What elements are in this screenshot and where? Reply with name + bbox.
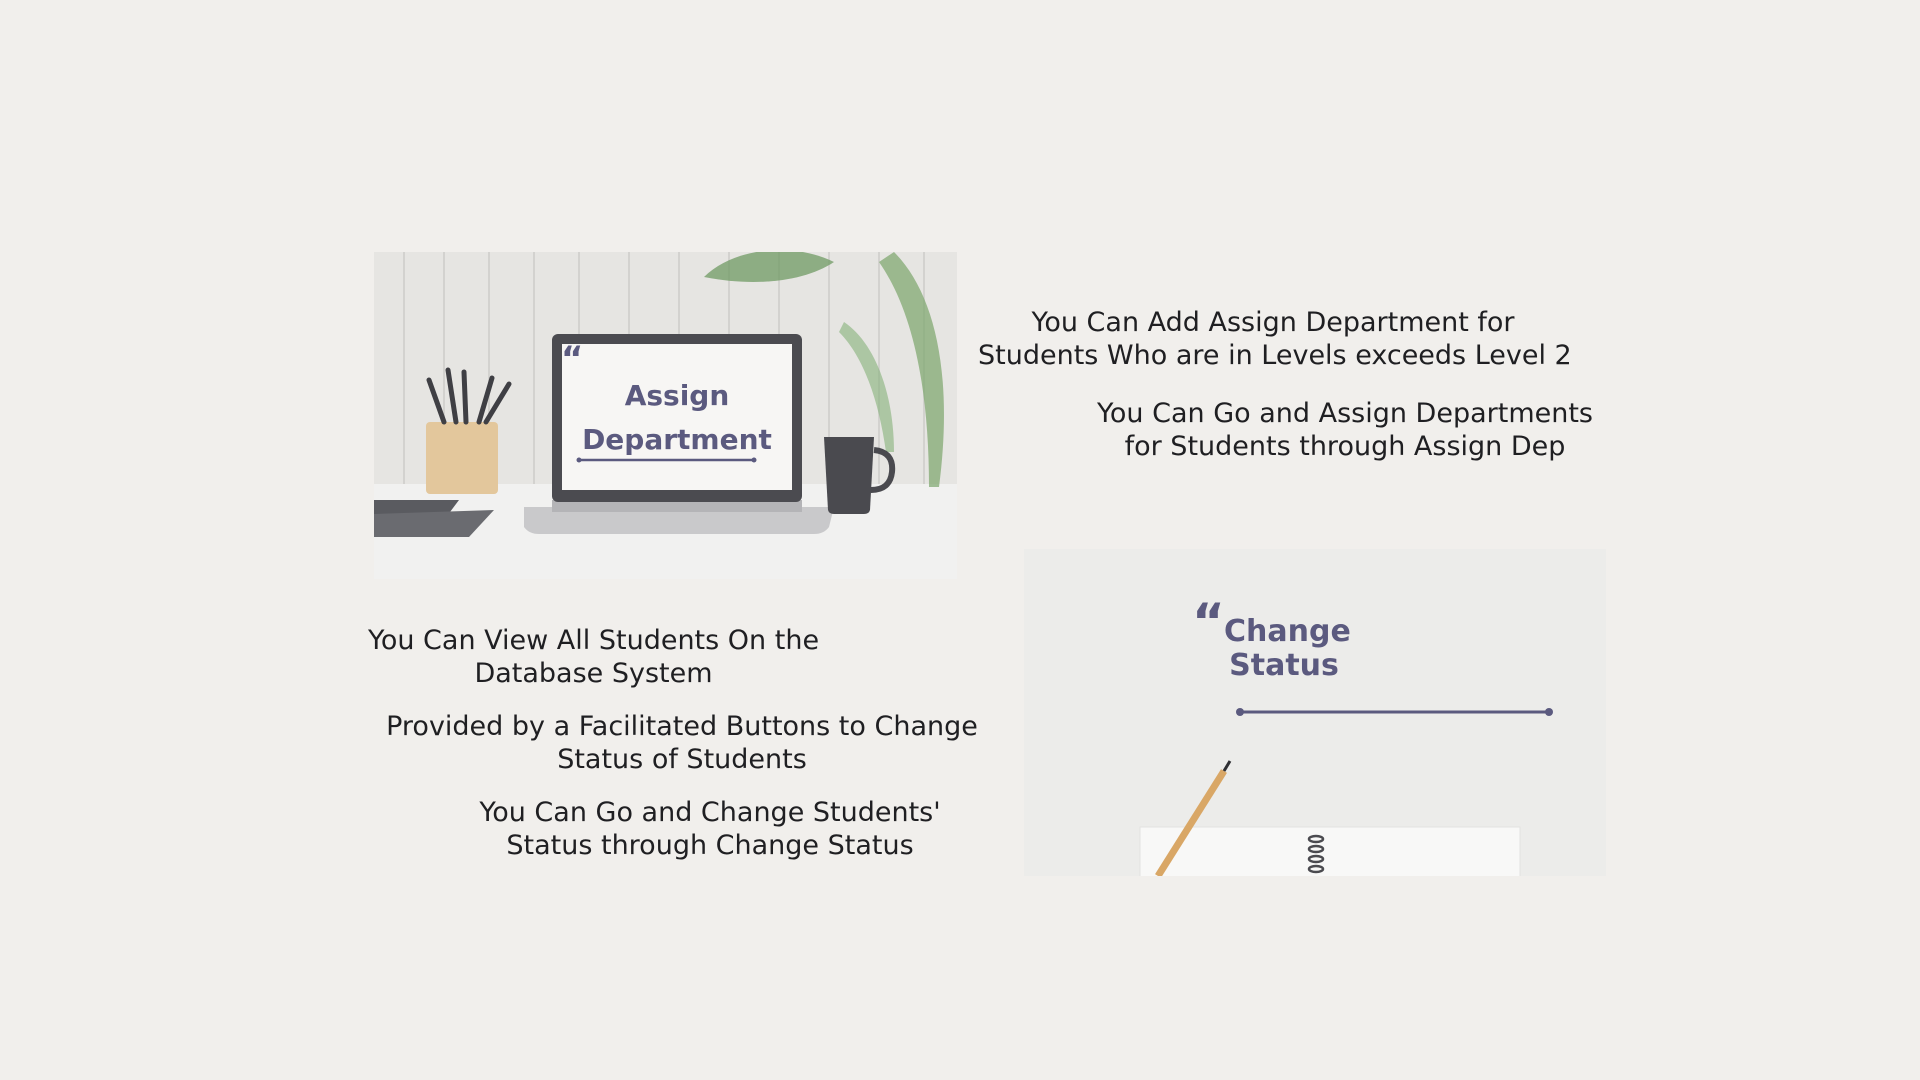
assign-department-title: Assign Department — [562, 374, 792, 462]
go-change-line2: Status through Change Status — [506, 830, 914, 861]
add-assign-line1: You Can Add Assign Department for — [1031, 307, 1515, 338]
assign-department-image: “ Assign Department — [374, 252, 957, 579]
go-change-line1: You Can Go and Change Students' — [479, 797, 941, 828]
go-assign-line2: for Students through Assign Dep — [1124, 431, 1566, 462]
change-status-image: “ Change Status — [1024, 549, 1606, 876]
buttons-line2: Status of Students — [557, 744, 807, 775]
svg-text:“: “ — [561, 339, 583, 379]
assign-title-line2: Department — [582, 423, 772, 456]
view-students-text: You Can View All Students On the Databas… — [350, 624, 837, 690]
go-assign-departments-text: You Can Go and Assign Departments for St… — [1085, 397, 1605, 463]
notebook-pencil-illustration: “ — [1024, 549, 1606, 876]
view-students-line2: Database System — [474, 658, 713, 689]
change-title-line2: Status — [1229, 648, 1339, 683]
go-assign-line1: You Can Go and Assign Departments — [1096, 398, 1593, 429]
change-status-title: Change Status — [1224, 614, 1351, 683]
assign-title-line1: Assign — [624, 379, 730, 412]
add-assign-department-text: You Can Add Assign Department for Studen… — [978, 306, 1572, 372]
view-students-line1: You Can View All Students On the — [367, 625, 820, 656]
facilitated-buttons-text: Provided by a Facilitated Buttons to Cha… — [372, 710, 992, 776]
svg-text:“: “ — [1192, 593, 1225, 651]
change-title-line1: Change — [1224, 614, 1351, 649]
go-change-status-text: You Can Go and Change Students' Status t… — [460, 796, 960, 862]
buttons-line1: Provided by a Facilitated Buttons to Cha… — [386, 711, 978, 742]
add-assign-line2: Students Who are in Levels exceeds Level… — [978, 340, 1572, 371]
